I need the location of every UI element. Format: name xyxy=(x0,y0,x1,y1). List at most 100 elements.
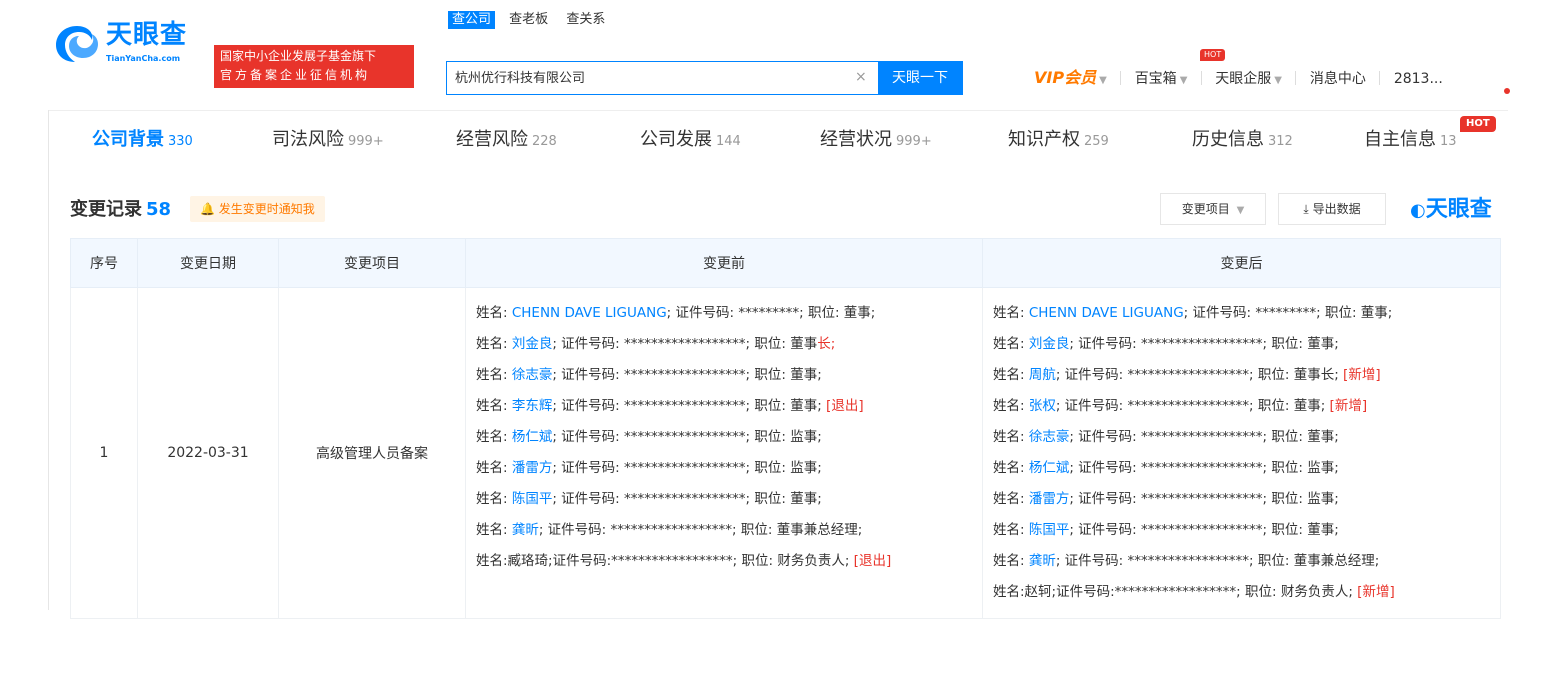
officer-name-link[interactable]: CHENN DAVE LIGUANG xyxy=(1029,305,1184,321)
entry-text: 姓名: xyxy=(476,305,512,321)
vip-menu[interactable]: VIP会员 ▼ xyxy=(1034,66,1107,93)
officer-name-link[interactable]: 刘金良 xyxy=(512,336,553,352)
officer-name-link[interactable]: 周航 xyxy=(1029,367,1056,383)
entry-text: ; 证件号码: ******************; 职位: 董事兼总经理; xyxy=(1055,553,1380,569)
officer-entry: 姓名: 潘雷方; 证件号码: ******************; 职位: 监… xyxy=(993,484,1492,515)
tab-operating-status[interactable]: 经营状况 999+ xyxy=(820,128,932,154)
logo-domain: TianYanCha.com xyxy=(106,54,181,63)
officer-entry: 姓名: 李东辉; 证件号码: ******************; 职位: 董… xyxy=(476,391,974,422)
officer-name-link[interactable]: 杨仁斌 xyxy=(512,429,553,445)
chevron-down-icon: ▼ xyxy=(1179,75,1188,86)
tab-search-company[interactable]: 查公司 xyxy=(448,11,496,29)
change-records-table: 序号 变更日期 变更项目 变更前 变更后 1 2022-03-31 高级管理人员… xyxy=(70,238,1501,619)
entry-text: 姓名: xyxy=(476,522,512,538)
officer-entry: 姓名: 陈国平; 证件号码: ******************; 职位: 董… xyxy=(476,484,974,515)
cell-date: 2022-03-31 xyxy=(137,287,279,619)
officer-name-link[interactable]: 潘雷方 xyxy=(512,460,553,476)
enterprise-label: 天眼企服 xyxy=(1215,71,1272,87)
tab-count: 330 xyxy=(168,134,193,149)
user-account-menu[interactable]: 2813... xyxy=(1394,67,1443,91)
officer-entry: 姓名: 徐志豪; 证件号码: ******************; 职位: 董… xyxy=(476,360,974,391)
change-tag: [退出] xyxy=(853,553,892,569)
entry-text: ; 证件号码: ******************; 职位: 董事; xyxy=(1069,429,1339,445)
officer-name-link[interactable]: 龚昕 xyxy=(1029,553,1056,569)
tab-count: 999+ xyxy=(896,134,932,149)
officer-name-link[interactable]: 刘金良 xyxy=(1029,336,1070,352)
tianyancha-logo-icon[interactable] xyxy=(52,22,102,66)
officer-name-link[interactable]: 龚昕 xyxy=(512,522,539,538)
section-title-text: 变更记录 xyxy=(70,199,142,220)
entry-text: 姓名: xyxy=(993,305,1029,321)
officer-name-link[interactable]: 徐志豪 xyxy=(512,367,553,383)
divider xyxy=(1120,71,1122,85)
officer-name-link[interactable]: 陈国平 xyxy=(1029,522,1070,538)
officer-name-link[interactable]: 李东辉 xyxy=(512,398,553,414)
section-title: 变更记录 58 xyxy=(70,198,171,222)
tab-company-development[interactable]: 公司发展 144 xyxy=(640,128,741,154)
badge-line-1: 国家中小企业发展子基金旗下 xyxy=(220,49,377,63)
officer-entry: 姓名: CHENN DAVE LIGUANG; 证件号码: *********;… xyxy=(476,298,974,329)
entry-text: ; 证件号码: ******************; 职位: 董事; xyxy=(552,491,822,507)
officer-name-link[interactable]: CHENN DAVE LIGUANG xyxy=(512,305,667,321)
tab-label: 知识产权 xyxy=(1008,129,1080,150)
change-item-filter[interactable]: 变更项目 ▼ xyxy=(1160,193,1266,225)
tab-intellectual-property[interactable]: 知识产权 259 xyxy=(1008,128,1109,154)
col-item: 变更项目 xyxy=(278,238,466,288)
search-box: × 天眼一下 xyxy=(446,61,963,95)
tab-label: 公司发展 xyxy=(640,129,712,150)
logo-wordmark[interactable]: 天眼查 xyxy=(106,20,187,50)
tab-judicial-risk[interactable]: 司法风险 999+ xyxy=(272,128,384,154)
officer-entry: 姓名: 周航; 证件号码: ******************; 职位: 董事… xyxy=(993,360,1492,391)
change-tag: [新增] xyxy=(1343,367,1381,383)
toolbox-menu[interactable]: 百宝箱 ▼ xyxy=(1135,67,1188,93)
officer-name-link[interactable]: 潘雷方 xyxy=(1029,491,1070,507)
officer-name-link[interactable]: 张权 xyxy=(1029,398,1056,414)
divider xyxy=(1295,71,1297,85)
tab-company-background[interactable]: 公司背景 330 xyxy=(92,128,193,154)
tab-label: 经营风险 xyxy=(456,129,528,150)
tab-history[interactable]: 历史信息 312 xyxy=(1192,128,1293,154)
notify-on-change-button[interactable]: 🔔 发生变更时通知我 xyxy=(190,196,325,222)
officer-name-link[interactable]: 陈国平 xyxy=(512,491,553,507)
entry-text: ; 证件号码: ******************; 职位: 监事; xyxy=(1069,460,1339,476)
clear-icon[interactable]: × xyxy=(855,69,867,85)
officer-entry: 姓名:赵轲;证件号码:******************; 职位: 财务负责人… xyxy=(993,577,1492,608)
notification-dot xyxy=(1504,88,1510,94)
tab-count: 144 xyxy=(716,134,741,149)
change-tag: [退出] xyxy=(826,398,864,414)
officer-entry: 姓名:臧珞琦;证件号码:******************; 职位: 财务负责… xyxy=(476,546,974,577)
entry-text: ; 证件号码: ******************; 职位: 董事; xyxy=(552,367,822,383)
tab-count: 13 xyxy=(1440,134,1457,149)
tab-operating-risk[interactable]: 经营风险 228 xyxy=(456,128,557,154)
search-button[interactable]: 天眼一下 xyxy=(878,62,962,94)
logo-icon: ◐ xyxy=(1410,200,1426,221)
chevron-down-icon: ▼ xyxy=(1236,205,1245,216)
officer-name-link[interactable]: 徐志豪 xyxy=(1029,429,1070,445)
message-center-link[interactable]: 消息中心 xyxy=(1310,67,1366,91)
officer-name-link[interactable]: 杨仁斌 xyxy=(1029,460,1070,476)
search-input[interactable] xyxy=(455,69,835,84)
cell-before: 姓名: CHENN DAVE LIGUANG; 证件号码: *********;… xyxy=(465,287,983,619)
entry-text: 姓名:臧珞琦;证件号码:******************; 职位: 财务负责… xyxy=(476,553,854,569)
col-after: 变更后 xyxy=(982,238,1501,288)
tab-self-info[interactable]: 自主信息 13 xyxy=(1364,128,1457,154)
change-tag: [新增] xyxy=(1357,584,1395,600)
officer-entry: 姓名: 刘金良; 证件号码: ******************; 职位: 董… xyxy=(993,329,1492,360)
export-label: 导出数据 xyxy=(1312,202,1361,216)
entry-text: ; 证件号码: ******************; 职位: 董事; xyxy=(1069,522,1339,538)
tab-search-boss[interactable]: 查老板 xyxy=(505,11,552,29)
entry-text: ; 证件号码: ******************; 职位: 监事; xyxy=(552,460,822,476)
entry-text: 姓名: xyxy=(993,429,1029,445)
watermark-text: 天眼查 xyxy=(1425,197,1492,222)
entry-text: ; 证件号码: ******************; 职位: 董事; xyxy=(552,398,827,414)
export-data-button[interactable]: ⤓ 导出数据 xyxy=(1278,193,1386,225)
entry-text: ; 证件号码: ******************; 职位: 监事; xyxy=(1069,491,1339,507)
entry-text: ; 证件号码: ******************; 职位: 董事 xyxy=(552,336,818,352)
tab-label: 公司背景 xyxy=(92,129,164,150)
officer-entry: 姓名: 龚昕; 证件号码: ******************; 职位: 董事… xyxy=(476,515,974,546)
tab-search-relation[interactable]: 查关系 xyxy=(562,11,609,29)
entry-text: 姓名: xyxy=(993,522,1029,538)
entry-text: 姓名: xyxy=(476,460,512,476)
bell-icon: 🔔 xyxy=(200,202,215,216)
enterprise-services-menu[interactable]: 天眼企服 ▼ xyxy=(1215,67,1282,93)
